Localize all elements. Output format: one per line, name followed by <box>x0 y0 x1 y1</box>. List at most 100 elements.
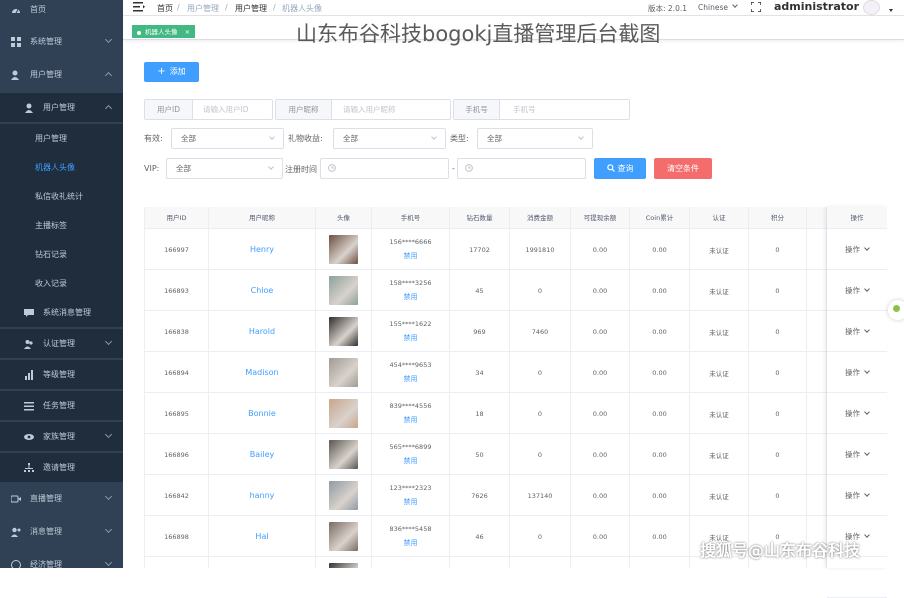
actions-dropdown[interactable]: 操作 <box>845 244 869 255</box>
message-icon <box>24 308 34 318</box>
cell-points: 0 <box>749 475 807 516</box>
query-button[interactable]: 查询 <box>594 158 646 179</box>
avatar[interactable] <box>863 0 880 15</box>
ban-link[interactable]: 禁用 <box>404 251 418 261</box>
sidebar-item-diamond-records[interactable]: 钻石记录 <box>0 240 123 269</box>
cell-user-id-text: 166898 <box>164 532 189 541</box>
nickname-link[interactable]: Henry <box>250 245 274 254</box>
nickname-link[interactable]: Madison <box>245 368 278 377</box>
avatar-image <box>329 317 358 346</box>
cell-user-id: 166895 <box>145 393 209 434</box>
sidebar-item-system-messages[interactable]: 系统消息管理 <box>0 298 123 327</box>
nickname-input[interactable]: 请输入用户昵称 <box>343 100 396 119</box>
sidebar-item-user-list[interactable]: 用户管理 <box>0 124 123 153</box>
type-select[interactable]: 全部 <box>477 128 593 149</box>
cell-user-id: 166997 <box>145 229 209 270</box>
clear-filters-button[interactable]: 清空条件 <box>654 158 712 179</box>
tab-label: 机器人头像 <box>145 28 178 36</box>
sidebar-item-label: 用户管理 <box>35 134 67 143</box>
sidebar-item-user-mgmt[interactable]: 用户管理 <box>0 60 123 89</box>
sidebar-item-economy[interactable]: 经济管理 <box>0 550 123 568</box>
ban-link[interactable]: 禁用 <box>404 538 418 548</box>
tab-robot-avatar[interactable]: 机器人头像 × <box>132 25 196 38</box>
sidebar-item-anchor-tags[interactable]: 主播标签 <box>0 211 123 240</box>
table-row-actions <box>827 557 887 598</box>
nickname-link[interactable]: Bailey <box>250 450 275 459</box>
actions-dropdown[interactable]: 操作 <box>845 285 869 296</box>
user-id-field[interactable]: 用户ID 请输入用户ID <box>144 99 273 120</box>
version-text: 版本: 2.0.1 <box>648 4 687 13</box>
sidebar-item-verification[interactable]: 认证管理 <box>0 329 123 358</box>
sidebar-item-family[interactable]: 家族管理 <box>0 422 123 451</box>
ban-link[interactable]: 禁用 <box>404 415 418 425</box>
sidebar-item-live[interactable]: 直播管理 <box>0 484 123 513</box>
fullscreen-icon[interactable] <box>750 1 762 14</box>
cell-balance-text: 0.00 <box>592 245 608 254</box>
floating-handle[interactable] <box>888 300 904 320</box>
hamburger-icon[interactable] <box>133 2 145 14</box>
nickname-link[interactable]: Harold <box>249 327 275 336</box>
sidebar-item-invites[interactable]: 邀请管理 <box>0 453 123 482</box>
table-row: 166893 Chloe 158****3256 禁用 45 0 0.00 0.00 未认证 0 <box>145 270 887 311</box>
ban-link[interactable]: 禁用 <box>404 374 418 384</box>
cell-actions <box>827 557 887 598</box>
add-button[interactable]: + 添加 <box>144 62 199 82</box>
sidebar-item-robot-avatar[interactable]: 机器人头像 <box>0 153 123 182</box>
people-icon <box>24 339 34 349</box>
chevron-up-icon <box>104 104 113 113</box>
breadcrumb-home[interactable]: 首页 <box>157 3 173 14</box>
sidebar-item-messages[interactable]: 消息管理 <box>0 517 123 546</box>
ban-link[interactable]: 禁用 <box>404 456 418 466</box>
language-select[interactable]: Chinese <box>698 3 728 12</box>
register-time-label: 注册时间 <box>285 165 317 174</box>
cell-avatar <box>316 475 372 516</box>
phone-field[interactable]: 手机号 手机号 <box>453 99 630 120</box>
cell-phone <box>372 557 450 568</box>
actions-dropdown[interactable]: 操作 <box>845 326 869 337</box>
cell-phone: 123****2323 禁用 <box>372 475 450 516</box>
actions-dropdown[interactable]: 操作 <box>845 367 869 378</box>
ban-link[interactable]: 禁用 <box>404 497 418 507</box>
vip-label: VIP: <box>144 164 160 173</box>
breadcrumb-user-mgmt-sub[interactable]: 用户管理 <box>235 3 267 14</box>
phone-input[interactable]: 手机号 <box>513 100 536 119</box>
actions-dropdown[interactable]: 操作 <box>845 449 869 460</box>
nickname-link[interactable]: Chloe <box>251 286 274 295</box>
cell-nickname: Harold <box>209 311 316 352</box>
sidebar-item-private-gift-stats[interactable]: 私信收礼统计 <box>0 182 123 211</box>
bar-chart-icon <box>24 369 34 380</box>
ban-link[interactable]: 禁用 <box>404 333 418 343</box>
register-time-start[interactable] <box>320 158 449 179</box>
sidebar-item-home[interactable]: 首页 <box>0 0 123 24</box>
breadcrumb-user-mgmt[interactable]: 用户管理 <box>187 3 219 14</box>
cell-actions: 操作 <box>827 229 887 270</box>
avatar-image <box>329 276 358 305</box>
actions-dropdown[interactable]: 操作 <box>845 408 869 419</box>
nickname-link[interactable]: Hal <box>255 532 268 541</box>
sidebar-subgroup-user-mgmt[interactable]: 用户管理 <box>0 93 123 122</box>
cell-actions: 操作 <box>827 270 887 311</box>
user-id-input[interactable]: 请输入用户ID <box>203 100 249 119</box>
cell-phone: 839****4556 禁用 <box>372 393 450 434</box>
register-time-end[interactable] <box>457 158 586 179</box>
cell-phone: 155****1622 禁用 <box>372 311 450 352</box>
nickname-field[interactable]: 用户昵称 请输入用户昵称 <box>275 99 451 120</box>
cell-avatar <box>316 311 372 352</box>
cell-spend-text: 0 <box>537 286 543 295</box>
valid-select[interactable]: 全部 <box>171 128 284 149</box>
sidebar-item-levels[interactable]: 等级管理 <box>0 360 123 389</box>
sidebar-item-income-records[interactable]: 收入记录 <box>0 269 123 298</box>
gift-income-select[interactable]: 全部 <box>333 128 446 149</box>
actions-dropdown[interactable]: 操作 <box>845 490 869 501</box>
ban-link[interactable]: 禁用 <box>404 292 418 302</box>
nickname-link[interactable]: Bonnie <box>248 409 276 418</box>
avatar-image <box>329 481 358 510</box>
sidebar-item-system[interactable]: 系统管理 <box>0 27 123 56</box>
cell-spend-text: 1991810 <box>525 245 555 254</box>
username[interactable]: administrator <box>774 0 859 13</box>
cell-nickname <box>209 557 316 568</box>
sidebar-item-tasks[interactable]: 任务管理 <box>0 391 123 420</box>
close-icon[interactable]: × <box>185 28 190 36</box>
vip-select[interactable]: 全部 <box>166 158 283 179</box>
nickname-link[interactable]: hanny <box>250 491 275 500</box>
